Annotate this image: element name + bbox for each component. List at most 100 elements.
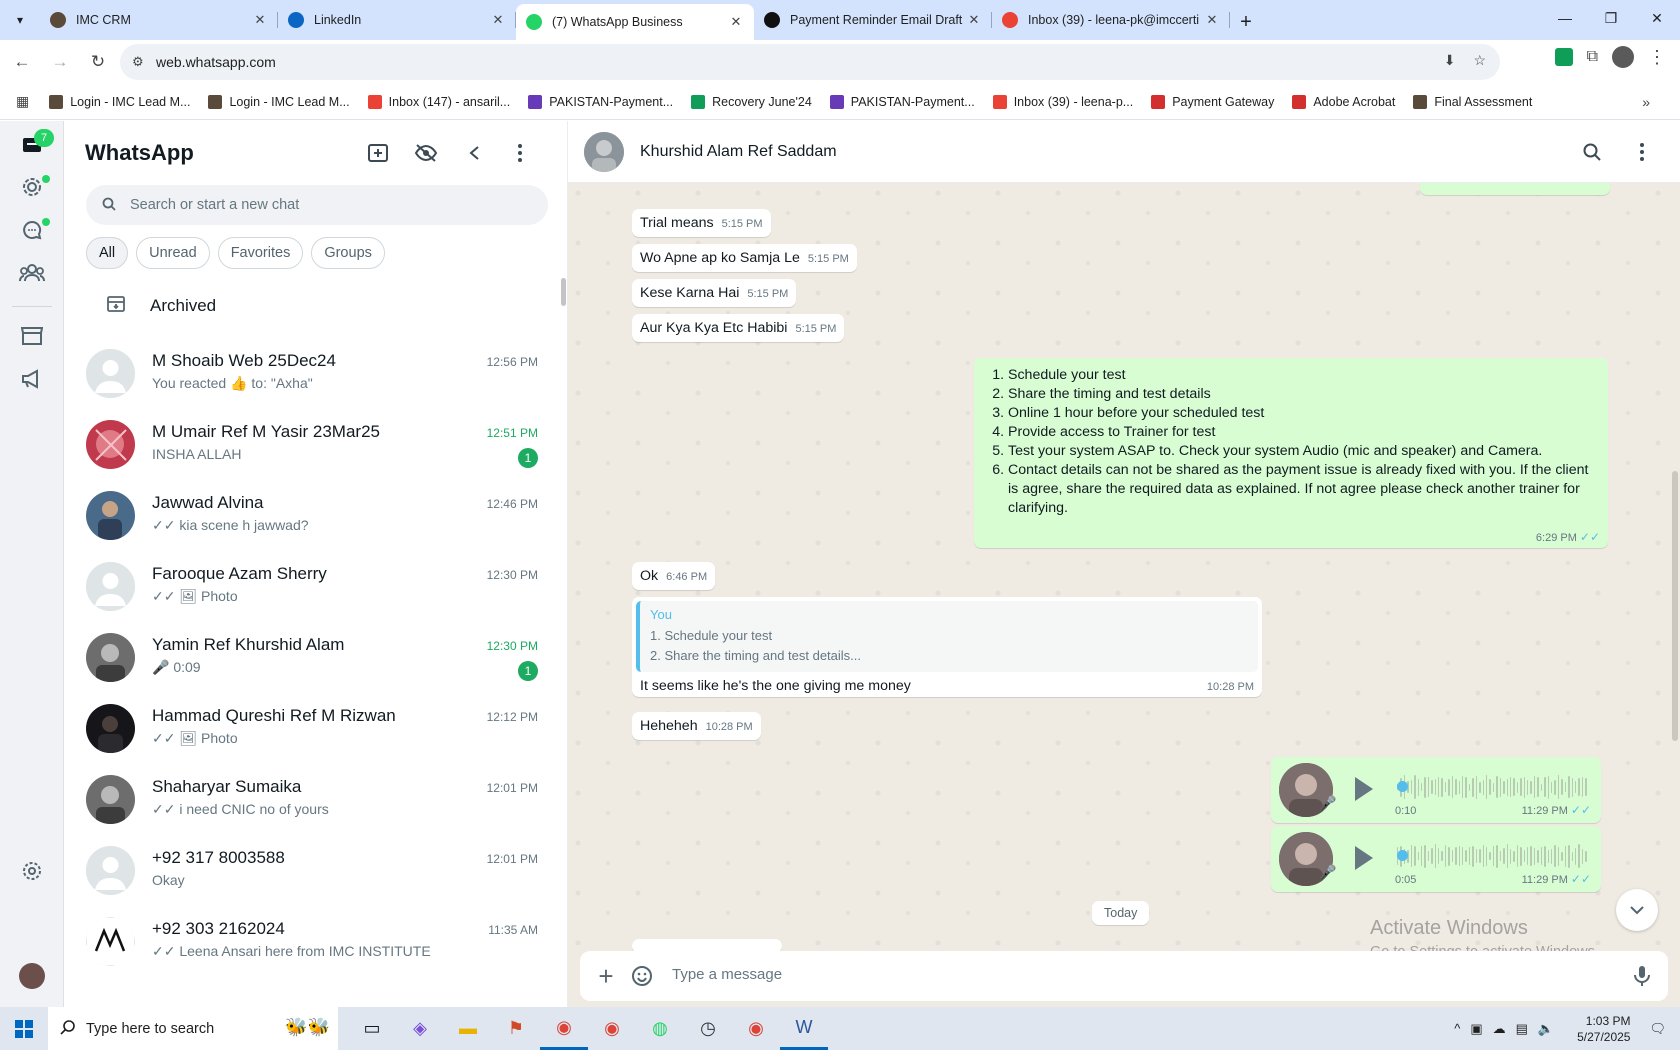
browser-tab[interactable]: IMC CRM ✕ [40, 0, 278, 40]
filter-favorites[interactable]: Favorites [217, 237, 304, 269]
chat-avatar[interactable] [86, 917, 135, 966]
close-tab-icon[interactable]: ✕ [252, 12, 268, 28]
taskbar-clock[interactable]: 1:03 PM 5/27/2025 [1577, 1013, 1630, 1045]
message-in-ok[interactable]: Ok 6:46 PM [632, 562, 716, 590]
app-taskbar-icon[interactable]: ⚑ [492, 1007, 540, 1050]
minimize-button[interactable]: — [1542, 0, 1588, 36]
onedrive-icon[interactable]: ☁ [1493, 1021, 1506, 1037]
play-icon[interactable] [1351, 775, 1375, 803]
extension-whatsapp-icon[interactable] [1554, 48, 1573, 66]
meet-icon[interactable]: ▣ [1470, 1021, 1482, 1037]
chat-list-scrollbar[interactable] [561, 278, 566, 306]
copilot-icon[interactable]: ◈ [396, 1007, 444, 1050]
taskbar-search[interactable]: Type here to search 🐝🐝 [48, 1007, 338, 1050]
browser-tab[interactable]: (7) WhatsApp Business ✕ [516, 4, 754, 40]
quoted-message[interactable]: You 1. Schedule your test 2. Share the t… [636, 601, 1258, 672]
my-profile-avatar[interactable] [19, 963, 45, 989]
back-arrow-icon[interactable]: ← [6, 46, 38, 78]
chat-avatar[interactable] [86, 704, 135, 753]
tray-chevron-icon[interactable]: ^ [1454, 1021, 1460, 1036]
chat-avatar[interactable] [86, 562, 135, 611]
chat-list-item[interactable]: M Shoaib Web 25Dec24 You reacted 👍 to: "A… [64, 335, 567, 411]
bookmark-item[interactable]: Login - IMC Lead M... [49, 94, 190, 109]
scroll-down-button[interactable] [1616, 889, 1658, 931]
waveform[interactable] [1397, 842, 1587, 870]
advertise-megaphone-icon[interactable] [18, 365, 46, 393]
archived-row[interactable]: Archived [64, 281, 567, 331]
bookmark-star-icon[interactable]: ☆ [1473, 52, 1486, 69]
message-out-list[interactable]: Schedule your test Share the timing and … [974, 358, 1608, 548]
bookmarks-overflow-icon[interactable]: » [1642, 94, 1650, 110]
new-chat-icon[interactable] [366, 141, 390, 165]
forward-arrow-icon[interactable]: → [44, 46, 76, 78]
chrome-icon[interactable]: ◉ [540, 1007, 588, 1050]
notifications-icon[interactable]: 🗨 [1649, 1021, 1666, 1037]
task-view-icon[interactable]: ▭ [348, 1007, 396, 1050]
chat-list-item[interactable]: Hammad Qureshi Ref M Rizwan ✓✓ 🖼 Photo 12:… [64, 690, 567, 766]
chat-avatar[interactable] [86, 846, 135, 895]
close-tab-icon[interactable]: ✕ [728, 14, 744, 30]
message-in-1[interactable]: Trial means 5:15 PM [632, 209, 771, 237]
browser-menu-icon[interactable]: ⋮ [1648, 47, 1666, 68]
bookmark-item[interactable]: PAKISTAN-Payment... [829, 94, 975, 109]
bookmark-item[interactable]: Adobe Acrobat [1292, 94, 1395, 109]
chat-list-item[interactable]: +92 303 2162024 ✓✓ Leena Ansari here from… [64, 903, 567, 979]
chrome-profile-icon[interactable]: ◉ [588, 1007, 636, 1050]
chat-list-item[interactable]: +92 317 8003588 Okay 12:01 PM [64, 832, 567, 908]
voice-record-mic-icon[interactable] [1630, 964, 1654, 988]
waveform[interactable] [1397, 773, 1587, 801]
url-bar[interactable]: ⚙ web.whatsapp.com ⬇ ☆ [120, 44, 1500, 80]
reload-icon[interactable]: ↻ [82, 46, 114, 78]
catalog-store-icon[interactable] [18, 322, 46, 350]
close-tab-icon[interactable]: ✕ [1204, 12, 1220, 28]
collapse-chevron-icon[interactable] [462, 141, 486, 165]
chat-list-item[interactable]: Farooque Azam Sherry ✓✓ 🖼 Photo 12:30 PM [64, 548, 567, 624]
bookmark-item[interactable]: Final Assessment [1413, 94, 1532, 109]
chat-list-item[interactable]: Yamin Ref Khurshid Alam 🎤 0:09 12:30 PM 1 [64, 619, 567, 695]
browser-tab[interactable]: Payment Reminder Email Draft ✕ [754, 0, 992, 40]
filter-groups[interactable]: Groups [311, 237, 385, 269]
extensions-puzzle-icon[interactable]: ⧉ [1587, 48, 1598, 66]
settings-gear-icon[interactable] [18, 857, 46, 885]
word-icon[interactable]: W [780, 1007, 828, 1050]
voice-note-2[interactable]: 🎤 0:05 11:29 PM ✓✓ [1271, 826, 1601, 892]
bookmark-item[interactable]: Inbox (147) - ansaril... [367, 94, 510, 109]
clock-app-icon[interactable]: ◷ [684, 1007, 732, 1050]
bookmark-item[interactable]: Login - IMC Lead M... [208, 94, 350, 109]
attach-plus-icon[interactable]: + [594, 961, 618, 991]
chat-list-item[interactable]: Jawwad Alvina ✓✓ kia scene h jawwad? 12:46… [64, 477, 567, 553]
conversation-header[interactable]: Khurshid Alam Ref Saddam [568, 121, 1680, 183]
filter-all[interactable]: All [86, 237, 129, 269]
chat-list-item[interactable]: M Umair Ref M Yasir 23Mar25 INSHA ALLAH 12… [64, 406, 567, 482]
profile-avatar[interactable] [1612, 46, 1634, 68]
play-icon[interactable] [1351, 844, 1375, 872]
volume-muted-icon[interactable]: 🔈 [1538, 1021, 1554, 1037]
bookmark-item[interactable]: Payment Gateway [1151, 94, 1274, 109]
search-in-chat-icon[interactable] [1580, 140, 1604, 164]
message-in-heheheh[interactable]: Heheheh 10:28 PM [632, 712, 761, 740]
message-input[interactable]: Type a message [672, 966, 782, 983]
menu-dots-icon[interactable] [508, 141, 532, 165]
chat-menu-dots-icon[interactable] [1630, 140, 1654, 164]
voice-note-1[interactable]: 🎤 0:10 11:29 PM ✓✓ [1271, 757, 1601, 823]
message-in-4[interactable]: Aur Kya Kya Etc Habibi 5:15 PM [632, 314, 845, 342]
chat-avatar[interactable] [86, 491, 135, 540]
message-in-2[interactable]: Wo Apne ap ko Samja Le 5:15 PM [632, 244, 857, 272]
site-info-icon[interactable]: ⚙ [132, 54, 144, 70]
bookmark-item[interactable]: Recovery June'24 [691, 94, 812, 109]
chrome-alt-icon[interactable]: ◉ [732, 1007, 780, 1050]
chat-avatar[interactable] [86, 775, 135, 824]
playhead-dot[interactable] [1397, 781, 1408, 792]
search-input[interactable]: Search or start a new chat [86, 185, 548, 225]
network-icon[interactable]: ▤ [1516, 1021, 1528, 1037]
browser-tab[interactable]: LinkedIn ✕ [278, 0, 516, 40]
playhead-dot[interactable] [1397, 850, 1408, 861]
emoji-icon[interactable] [630, 964, 654, 988]
whatsapp-taskbar-icon[interactable]: ◍ [636, 1007, 684, 1050]
start-button[interactable] [0, 1007, 48, 1050]
close-tab-icon[interactable]: ✕ [490, 12, 506, 28]
file-explorer-icon[interactable]: ▬ [444, 1007, 492, 1050]
apps-grid-icon[interactable]: ▦ [16, 93, 29, 110]
bookmark-item[interactable]: Inbox (39) - leena-p... [992, 94, 1133, 109]
contact-avatar[interactable] [584, 132, 624, 172]
